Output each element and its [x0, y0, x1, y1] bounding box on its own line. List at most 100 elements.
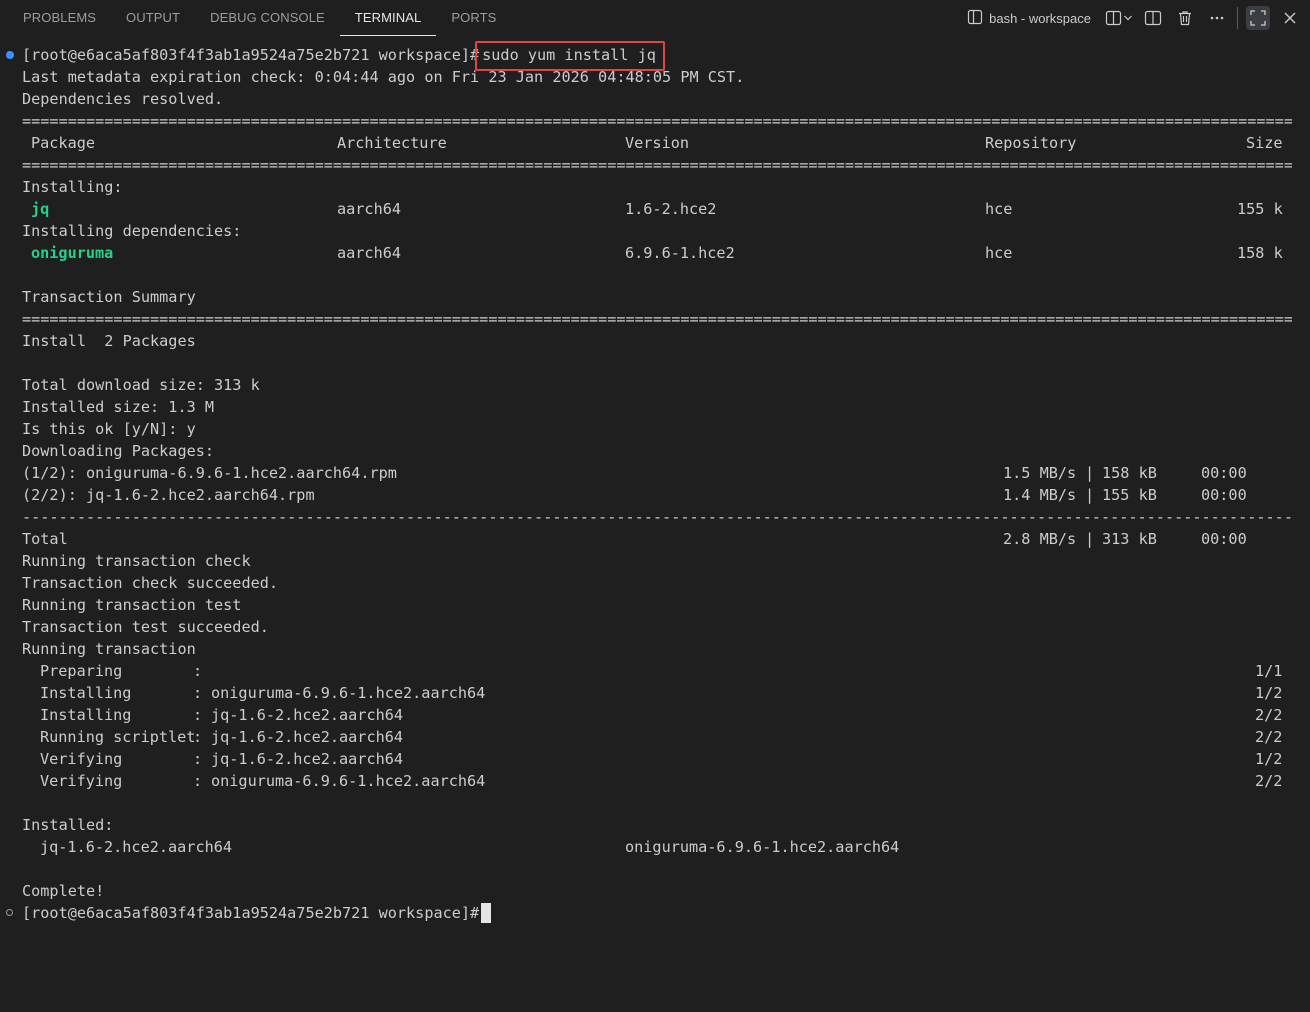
total-size: 313 kB	[1102, 530, 1157, 548]
step-row: Verifying : jq-1.6-2.hce2.aarch64 1/2	[0, 748, 1310, 770]
download-file: (2/2): jq-1.6-2.hce2.aarch64.rpm	[22, 486, 315, 504]
package-version: 1.6-2.hce2	[625, 200, 717, 218]
package-arch: aarch64	[337, 200, 402, 218]
terminal-line: [root@e6aca5af803f4f3ab1a9524a75e2b721 w…	[0, 902, 1310, 924]
package-size: 155 k	[1237, 200, 1283, 218]
col-package: Package	[31, 134, 96, 152]
separator-line: ========================================…	[22, 156, 1292, 174]
more-actions-button[interactable]	[1205, 6, 1229, 30]
package-name: jq	[31, 200, 50, 218]
step-row: Verifying : oniguruma-6.9.6-1.hce2.aarch…	[0, 770, 1310, 792]
step-target: jq-1.6-2.hce2.aarch64	[211, 706, 404, 724]
deps-resolved-line: Dependencies resolved.	[22, 90, 224, 108]
trash-icon	[1177, 10, 1193, 26]
tab-debug-console[interactable]: DEBUG CONSOLE	[195, 0, 340, 36]
package-name: oniguruma	[31, 244, 114, 262]
confirm-prompt: Is this ok [y/N]: y	[22, 420, 196, 438]
terminal-line: [root@e6aca5af803f4f3ab1a9524a75e2b721 w…	[0, 44, 1310, 66]
step-target: oniguruma-6.9.6-1.hce2.aarch64	[211, 684, 486, 702]
step-row: Running scriptlet : jq-1.6-2.hce2.aarch6…	[0, 726, 1310, 748]
toolbar-divider	[1237, 7, 1238, 29]
panel-header: PROBLEMS OUTPUT DEBUG CONSOLE TERMINAL P…	[0, 0, 1310, 36]
step-row: Installing : jq-1.6-2.hce2.aarch64 2/2	[0, 704, 1310, 726]
download-row: (2/2): jq-1.6-2.hce2.aarch64.rpm 1.4 MB/…	[0, 484, 1310, 506]
column-divider: |	[1085, 530, 1095, 548]
tx-line: Running transaction	[22, 640, 196, 658]
step-target: oniguruma-6.9.6-1.hce2.aarch64	[211, 772, 486, 790]
col-architecture: Architecture	[337, 134, 447, 152]
tab-problems[interactable]: PROBLEMS	[8, 0, 111, 36]
step-colon: :	[193, 684, 203, 702]
download-time: 00:00	[1201, 464, 1247, 482]
table-row: oniguruma aarch64 6.9.6-1.hce2 hce 158 k	[0, 242, 1310, 264]
package-size: 158 k	[1237, 244, 1283, 262]
maximize-panel-button[interactable]	[1246, 6, 1270, 30]
separator-line: ========================================…	[22, 112, 1292, 130]
col-version: Version	[625, 134, 690, 152]
maximize-panel-icon	[1249, 9, 1267, 27]
download-speed: 1.4 MB/s	[1003, 486, 1077, 504]
step-progress: 2/2	[1255, 728, 1283, 746]
split-terminal-button[interactable]	[1105, 6, 1133, 30]
col-repository: Repository	[985, 134, 1077, 152]
tab-output[interactable]: OUTPUT	[111, 0, 195, 36]
step-progress: 1/2	[1255, 684, 1283, 702]
terminal-name: bash - workspace	[989, 10, 1091, 26]
split-terminal-icon	[1105, 10, 1123, 26]
installed-package: jq-1.6-2.hce2.aarch64	[40, 838, 233, 856]
step-progress: 2/2	[1255, 706, 1283, 724]
panel-toolbar: bash - workspace	[967, 0, 1310, 36]
step-progress: 1/2	[1255, 750, 1283, 768]
command-text: sudo yum install jq	[473, 46, 656, 64]
tx-line: Transaction check succeeded.	[22, 574, 279, 592]
step-target: jq-1.6-2.hce2.aarch64	[211, 728, 404, 746]
terminal-output[interactable]: [root@e6aca5af803f4f3ab1a9524a75e2b721 w…	[0, 41, 1310, 933]
installed-size: Installed size: 1.3 M	[22, 398, 215, 416]
col-size: Size	[1246, 134, 1283, 152]
tab-ports[interactable]: PORTS	[436, 0, 511, 36]
close-icon	[1283, 11, 1297, 25]
terminal-cursor	[481, 903, 491, 923]
download-time: 00:00	[1201, 486, 1247, 504]
command-pending-marker[interactable]	[6, 909, 13, 916]
transaction-summary: Transaction Summary	[22, 288, 196, 306]
tx-line: Running transaction check	[22, 552, 251, 570]
download-row: (1/2): oniguruma-6.9.6-1.hce2.aarch64.rp…	[0, 462, 1310, 484]
step-colon: :	[193, 728, 203, 746]
installed-package: oniguruma-6.9.6-1.hce2.aarch64	[625, 838, 900, 856]
total-time: 00:00	[1201, 530, 1247, 548]
installed-label: Installed:	[22, 816, 114, 834]
step-progress: 1/1	[1255, 662, 1283, 680]
prompt-text: [root@e6aca5af803f4f3ab1a9524a75e2b721 w…	[22, 904, 480, 922]
kill-terminal-button[interactable]	[1173, 6, 1197, 30]
download-speed: 1.5 MB/s	[1003, 464, 1077, 482]
total-label: Total	[22, 530, 68, 548]
package-version: 6.9.6-1.hce2	[625, 244, 735, 262]
tab-terminal[interactable]: TERMINAL	[339, 0, 437, 36]
downloading-label: Downloading Packages:	[22, 442, 215, 460]
chevron-down-icon[interactable]	[1123, 13, 1133, 23]
total-row: Total 2.8 MB/s | 313 kB 00:00	[0, 528, 1310, 550]
split-editor-button[interactable]	[1141, 6, 1165, 30]
step-colon: :	[193, 706, 203, 724]
download-size: 155 kB	[1102, 486, 1157, 504]
table-header-row: Package Architecture Version Repository …	[0, 132, 1310, 154]
close-panel-button[interactable]	[1278, 6, 1302, 30]
more-icon	[1209, 10, 1225, 26]
step-action: Preparing	[40, 662, 123, 680]
terminal-selector[interactable]: bash - workspace	[967, 9, 1091, 28]
step-action: Installing	[40, 706, 132, 724]
tx-line: Transaction test succeeded.	[22, 618, 269, 636]
installed-row: jq-1.6-2.hce2.aarch64 oniguruma-6.9.6-1.…	[0, 836, 1310, 858]
column-divider: |	[1085, 486, 1095, 504]
total-download-size: Total download size: 313 k	[22, 376, 260, 394]
step-colon: :	[193, 662, 203, 680]
total-speed: 2.8 MB/s	[1003, 530, 1077, 548]
command-success-marker[interactable]	[6, 51, 14, 59]
step-action: Running scriptlet	[40, 728, 196, 746]
step-progress: 2/2	[1255, 772, 1283, 790]
package-repo: hce	[985, 200, 1013, 218]
step-row: Installing : oniguruma-6.9.6-1.hce2.aarc…	[0, 682, 1310, 704]
terminal-icon	[967, 9, 983, 28]
package-repo: hce	[985, 244, 1013, 262]
